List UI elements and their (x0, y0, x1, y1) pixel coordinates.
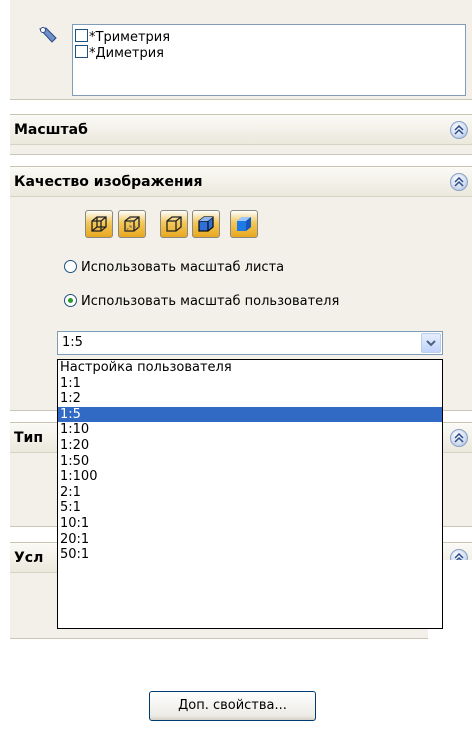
collapse-icon[interactable] (450, 429, 468, 447)
scale-option[interactable]: 5:1 (58, 500, 442, 516)
scale-option[interactable]: 20:1 (58, 532, 442, 548)
scale-section: Масштаб (10, 114, 472, 155)
pane-divider (10, 638, 472, 639)
scale-option[interactable]: Настройка пользователя (58, 360, 442, 376)
scale-option[interactable]: 10:1 (58, 516, 442, 532)
pin-icon[interactable] (38, 26, 60, 48)
scale-option[interactable]: 1:10 (58, 422, 442, 438)
dimetric-item[interactable]: *Диметрия (75, 45, 164, 61)
wireframe-icon (91, 216, 107, 232)
use-custom-scale-label: Использовать масштаб пользователя (81, 294, 340, 309)
use-custom-scale-radio[interactable] (64, 294, 77, 307)
hidden-lines-removed-button[interactable] (160, 210, 188, 238)
hidden-lines-removed-icon (166, 216, 182, 232)
scale-section-header[interactable]: Масштаб (10, 115, 472, 145)
view-orientation-pane: *Триметрия *Диметрия (10, 0, 472, 100)
scale-option[interactable]: 50:1 (58, 547, 442, 563)
scale-dropdown-list[interactable]: Настройка пользователя 1:1 1:2 1:5 1:10 … (57, 359, 443, 629)
collapse-icon[interactable] (450, 121, 468, 139)
use-sheet-scale-label: Использовать масштаб листа (81, 260, 285, 275)
dimetric-checkbox[interactable] (75, 45, 88, 58)
shaded-with-edges-icon (198, 216, 214, 232)
dropdown-button[interactable] (421, 333, 441, 353)
scale-option-selected[interactable]: 1:5 (58, 406, 442, 423)
pane-divider (10, 154, 472, 155)
image-quality-header[interactable]: Качество изображения (10, 167, 472, 197)
pane-divider (10, 99, 472, 100)
scale-combobox[interactable]: 1:5 (57, 331, 443, 355)
collapse-icon[interactable] (450, 173, 468, 191)
wireframe-button[interactable] (85, 210, 113, 238)
shaded-with-edges-button[interactable] (192, 210, 220, 238)
scale-option[interactable]: 2:1 (58, 485, 442, 501)
trimetric-label: *Триметрия (89, 30, 171, 45)
hidden-lines-visible-button[interactable] (118, 210, 146, 238)
scale-option[interactable]: 1:100 (58, 469, 442, 485)
scale-option[interactable]: 1:2 (58, 391, 442, 407)
scale-option[interactable]: 1:20 (58, 438, 442, 454)
chevron-down-icon (426, 340, 436, 347)
trimetric-item[interactable]: *Триметрия (75, 29, 170, 45)
type-section-title: Тип (14, 430, 44, 446)
hidden-lines-visible-icon (124, 216, 140, 232)
image-quality-title: Качество изображения (14, 174, 203, 190)
scale-option[interactable]: 1:1 (58, 376, 442, 392)
dimetric-label: *Диметрия (89, 46, 165, 61)
more-properties-button[interactable]: Доп. свойства... (149, 691, 316, 721)
use-sheet-scale-option[interactable]: Использовать масштаб листа (64, 259, 284, 277)
scale-option[interactable]: 1:50 (58, 454, 442, 470)
scale-combobox-value: 1:5 (62, 335, 83, 350)
use-sheet-scale-radio[interactable] (64, 260, 77, 273)
trimetric-checkbox[interactable] (75, 29, 88, 42)
use-custom-scale-option[interactable]: Использовать масштаб пользователя (64, 293, 339, 311)
condition-section-title: Усл (14, 550, 44, 566)
shaded-icon (237, 217, 251, 231)
view-orientation-list[interactable]: *Триметрия *Диметрия (72, 24, 466, 96)
shaded-button[interactable] (230, 210, 258, 238)
scale-section-title: Масштаб (14, 122, 88, 138)
